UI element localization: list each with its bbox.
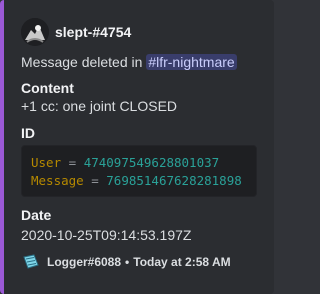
footer-time: Today at 2:58 AM bbox=[133, 255, 231, 269]
id-codeblock: User = 474097549628801037 Message = 7698… bbox=[21, 145, 257, 197]
embed-card: slept-#4754 Message deleted in #lfr-nigh… bbox=[0, 0, 274, 294]
field-content-name: Content bbox=[21, 80, 74, 96]
user-avatar-icon[interactable] bbox=[21, 18, 49, 46]
code-value-user: 474097549628801037 bbox=[83, 155, 220, 170]
embed-description: Message deleted in #lfr-nightmare bbox=[21, 53, 237, 71]
footer-separator: • bbox=[125, 255, 130, 269]
footer-bot-name: Logger#6088 bbox=[47, 255, 122, 269]
code-line-user: User = 474097549628801037 bbox=[31, 155, 219, 170]
code-key-message: Message bbox=[31, 173, 84, 188]
field-date-value: 2020-10-25T09:14:53.197Z bbox=[21, 227, 192, 243]
field-date-name: Date bbox=[21, 207, 52, 223]
code-eq-message: = bbox=[91, 173, 99, 188]
logger-icon bbox=[21, 252, 41, 272]
field-id-name: ID bbox=[21, 125, 35, 141]
field-content-value: +1 cc: one joint CLOSED bbox=[21, 98, 178, 114]
channel-mention[interactable]: #lfr-nightmare bbox=[146, 54, 237, 70]
code-line-message: Message = 769851467628281898 bbox=[31, 173, 242, 188]
embed-author: slept-#4754 bbox=[21, 18, 131, 46]
author-name[interactable]: slept-#4754 bbox=[55, 24, 131, 40]
code-value-message: 769851467628281898 bbox=[106, 173, 242, 188]
code-eq-user: = bbox=[68, 155, 77, 170]
embed-footer: Logger#6088 • Today at 2:58 AM bbox=[21, 252, 231, 272]
description-text: Message deleted in bbox=[21, 54, 143, 70]
code-key-user: User bbox=[31, 155, 62, 170]
